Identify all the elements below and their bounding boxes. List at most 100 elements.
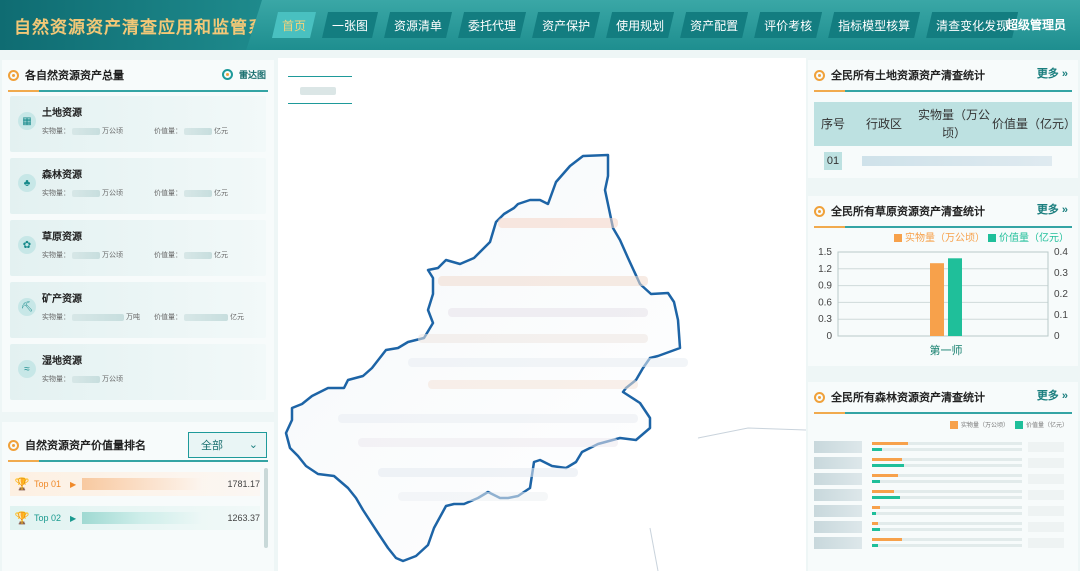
row-track (872, 448, 1022, 451)
nav-indicator-model[interactable]: 指标模型核算 (828, 12, 920, 38)
y-tick-left: 0.6 (818, 297, 832, 308)
ranking-row[interactable]: 🏆 Top 02 ▶ 1263.37 (10, 506, 260, 530)
bar-quantity (930, 263, 944, 336)
ranking-row[interactable]: 🏆 Top 01 ▶ 1781.17 (10, 472, 260, 496)
neighbor-border (697, 427, 806, 439)
forest-row[interactable] (814, 536, 1072, 550)
forest-stats-panel: 全民所有森林资源资产清查统计 更多 » 实物量（万公顷） 价值量（亿元） (808, 382, 1078, 571)
row-track (872, 544, 1022, 547)
resource-name: 矿产资源 (42, 294, 82, 305)
user-menu[interactable]: 超级管理员 (1006, 16, 1066, 33)
forest-row[interactable] (814, 520, 1072, 534)
ranking-filter-select[interactable]: 全部 ⌄ (188, 432, 267, 458)
more-link[interactable]: 更多 » (1037, 65, 1068, 81)
y-tick-right: 0 (1054, 331, 1060, 342)
nav-evaluation[interactable]: 评价考核 (754, 12, 822, 38)
double-chevron-right-icon: » (1061, 68, 1068, 80)
nav-resource-list[interactable]: 资源清单 (384, 12, 452, 38)
forest-row[interactable] (814, 440, 1072, 454)
nav-use-planning[interactable]: 使用规划 (606, 12, 674, 38)
row-track (872, 528, 1022, 531)
row-track (872, 522, 1022, 525)
radar-toggle[interactable]: 雷达图 (221, 68, 266, 81)
wetland-resource-card[interactable]: ≈ 湿地资源 实物量： 万公顷 (10, 344, 266, 400)
row-bar-value (872, 544, 878, 547)
rank-value: 1263.37 (227, 513, 260, 523)
quantity-line: 实物量： 万公顷 (42, 251, 123, 259)
legend-label: 价值量（亿元） (999, 231, 1069, 244)
forest-row[interactable] (814, 504, 1072, 518)
region-map (284, 153, 806, 571)
neighbor-border (649, 527, 659, 571)
more-link[interactable]: 更多 » (1037, 201, 1068, 217)
row-index: 01 (824, 152, 842, 170)
nav-asset-protection[interactable]: 资产保护 (532, 12, 600, 38)
more-link[interactable]: 更多 » (1037, 387, 1068, 403)
row-bar-quantity (872, 490, 894, 493)
nav-entrust-agent[interactable]: 委托代理 (458, 12, 526, 38)
table-row[interactable]: 01 (814, 150, 1072, 172)
wetland-icon: ≈ (18, 360, 36, 378)
row-values-blurred (1028, 538, 1064, 548)
mineral-resource-card[interactable]: ⛏ 矿产资源 实物量： 万吨 价值量： 亿元 (10, 282, 266, 338)
bar-value (948, 258, 962, 336)
legend-item: 价值量（亿元） (1014, 420, 1068, 430)
quantity-line: 实物量： 万公顷 (42, 189, 123, 197)
double-chevron-right-icon: » (1061, 390, 1068, 402)
y-tick-left: 0 (826, 331, 832, 342)
row-values-blurred (1028, 442, 1064, 452)
resource-name: 土地资源 (42, 108, 82, 119)
nav-home[interactable]: 首页 (272, 12, 316, 38)
nav-change-discovery[interactable]: 清查变化发现 (926, 12, 1018, 38)
row-values-blurred (1028, 506, 1064, 516)
mineral-icon: ⛏ (18, 298, 36, 316)
row-track (872, 506, 1022, 509)
ranking-title: 自然资源资产价值量排名 (25, 440, 146, 452)
row-bar-value (872, 528, 880, 531)
grassland-bar-chart: 实物量（万公顷） 价值量（亿元） 1.5 1.2 0.9 0.6 0.3 0 0.4 0.3 0.2… (818, 231, 1069, 357)
resource-totals-panel: 各自然资源资产总量 雷达图 ▦ 土地资源 实物量： 万公顷 价值量： 亿元 ♣ 森林… (2, 60, 274, 412)
land-resource-card[interactable]: ▦ 土地资源 实物量： 万公顷 价值量： 亿元 (10, 96, 266, 152)
double-chevron-right-icon: » (1061, 204, 1068, 216)
legend-item: 实物量（万公顷） (949, 420, 1009, 430)
row-name-blurred (814, 521, 862, 533)
map-area[interactable] (278, 58, 806, 571)
row-name-blurred (814, 457, 862, 469)
x-category-label: 第一师 (930, 343, 963, 357)
title-marker-icon (814, 69, 825, 81)
forest-title: 全民所有森林资源资产清查统计 (831, 392, 985, 404)
forest-row[interactable] (814, 456, 1072, 470)
row-bar-quantity (872, 442, 908, 445)
app-title: 自然资源资产清查应用和监管系统 (14, 17, 284, 37)
top-header: 自然资源资产清查应用和监管系统 首页 一张图 资源清单 委托代理 资产保护 使用… (0, 0, 1080, 50)
rank-bar (82, 512, 202, 524)
col-index: 序号 (820, 117, 845, 131)
row-bar-value (872, 480, 880, 483)
ranking-scrollbar[interactable] (264, 468, 268, 548)
row-bar-quantity (872, 474, 898, 477)
nav-map[interactable]: 一张图 (322, 12, 378, 38)
land-stats-panel: 全民所有土地资源资产清查统计 更多 » 序号 行政区 实物量（万公顷） 价值量（… (808, 60, 1078, 178)
y-tick-right: 0.4 (1054, 247, 1068, 258)
forest-resource-card[interactable]: ♣ 森林资源 实物量： 万公顷 价值量： 亿元 (10, 158, 266, 214)
resource-name: 草原资源 (42, 232, 82, 243)
rank-label: Top 01 (34, 479, 62, 489)
trophy-icon: 🏆 (14, 511, 30, 525)
row-track (872, 480, 1022, 483)
nav-asset-allocation[interactable]: 资产配置 (680, 12, 748, 38)
divider (8, 90, 268, 92)
forest-row[interactable] (814, 472, 1072, 486)
grass-icon: ✿ (18, 236, 36, 254)
radar-icon (221, 69, 233, 80)
forest-row[interactable] (814, 488, 1072, 502)
grassland-resource-card[interactable]: ✿ 草原资源 实物量： 万公顷 价值量： 亿元 (10, 220, 266, 276)
radar-label: 雷达图 (238, 70, 266, 80)
caret-right-icon: ▶ (70, 513, 77, 523)
quantity-line: 实物量： 万公顷 (42, 127, 123, 135)
legend-swatch (988, 234, 996, 242)
row-values-blurred (1028, 474, 1064, 484)
divider (814, 90, 1072, 92)
totals-title: 各自然资源资产总量 (25, 70, 124, 82)
main-nav: 首页 一张图 资源清单 委托代理 资产保护 使用规划 资产配置 评价考核 指标模… (272, 12, 1018, 38)
value-line: 价值量： 亿元 (154, 127, 228, 135)
